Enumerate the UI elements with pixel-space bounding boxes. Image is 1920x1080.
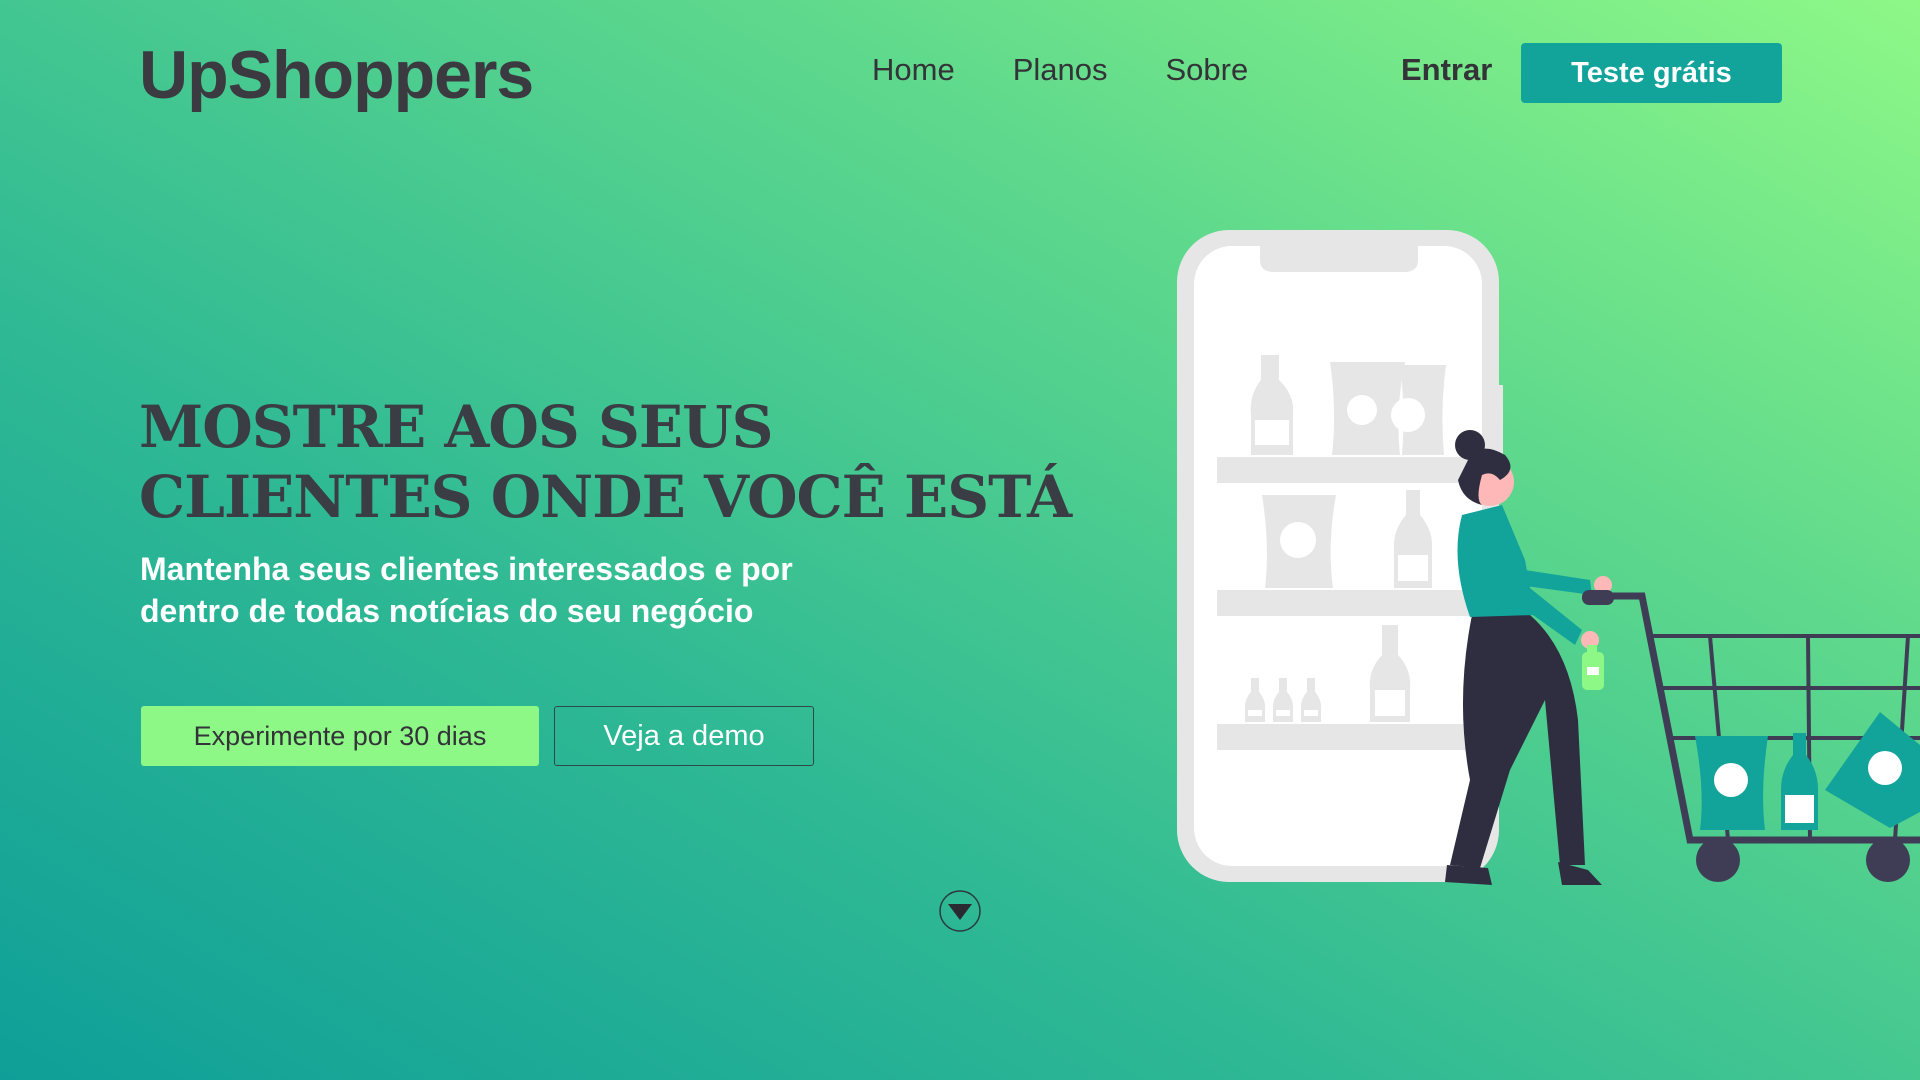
chevron-down-icon[interactable] xyxy=(938,889,982,933)
shopper-illustration xyxy=(1445,430,1612,885)
main-nav: Home Planos Sobre xyxy=(872,52,1248,88)
hero-title-line-2: CLIENTES ONDE VOCÊ ESTÁ xyxy=(139,463,1072,531)
hero-title-line-1: MOSTRE AOS SEUS xyxy=(139,393,774,461)
nav-item-home[interactable]: Home xyxy=(872,52,955,88)
nav-item-planos[interactable]: Planos xyxy=(1013,52,1108,88)
hero-subtitle: Mantenha seus clientes interessados e po… xyxy=(140,548,880,632)
hero-subtitle-line-1: Mantenha seus clientes interessados e po… xyxy=(140,551,793,587)
hero-title: MOSTRE AOS SEUS CLIENTES ONDE VOCÊ ESTÁ xyxy=(139,392,1099,532)
login-link[interactable]: Entrar xyxy=(1401,52,1492,88)
hero-subtitle-line-2: dentro de todas notícias do seu negócio xyxy=(140,593,754,629)
phone-illustration xyxy=(1177,230,1503,882)
free-trial-button[interactable]: Teste grátis xyxy=(1521,43,1782,103)
nav-item-sobre[interactable]: Sobre xyxy=(1166,52,1249,88)
shopping-illustration xyxy=(1177,230,1920,885)
cart-illustration xyxy=(1582,590,1920,882)
brand-logo[interactable]: UpShoppers xyxy=(139,36,534,114)
demo-button[interactable]: Veja a demo xyxy=(554,706,814,766)
try-30-days-button[interactable]: Experimente por 30 dias xyxy=(141,706,539,766)
